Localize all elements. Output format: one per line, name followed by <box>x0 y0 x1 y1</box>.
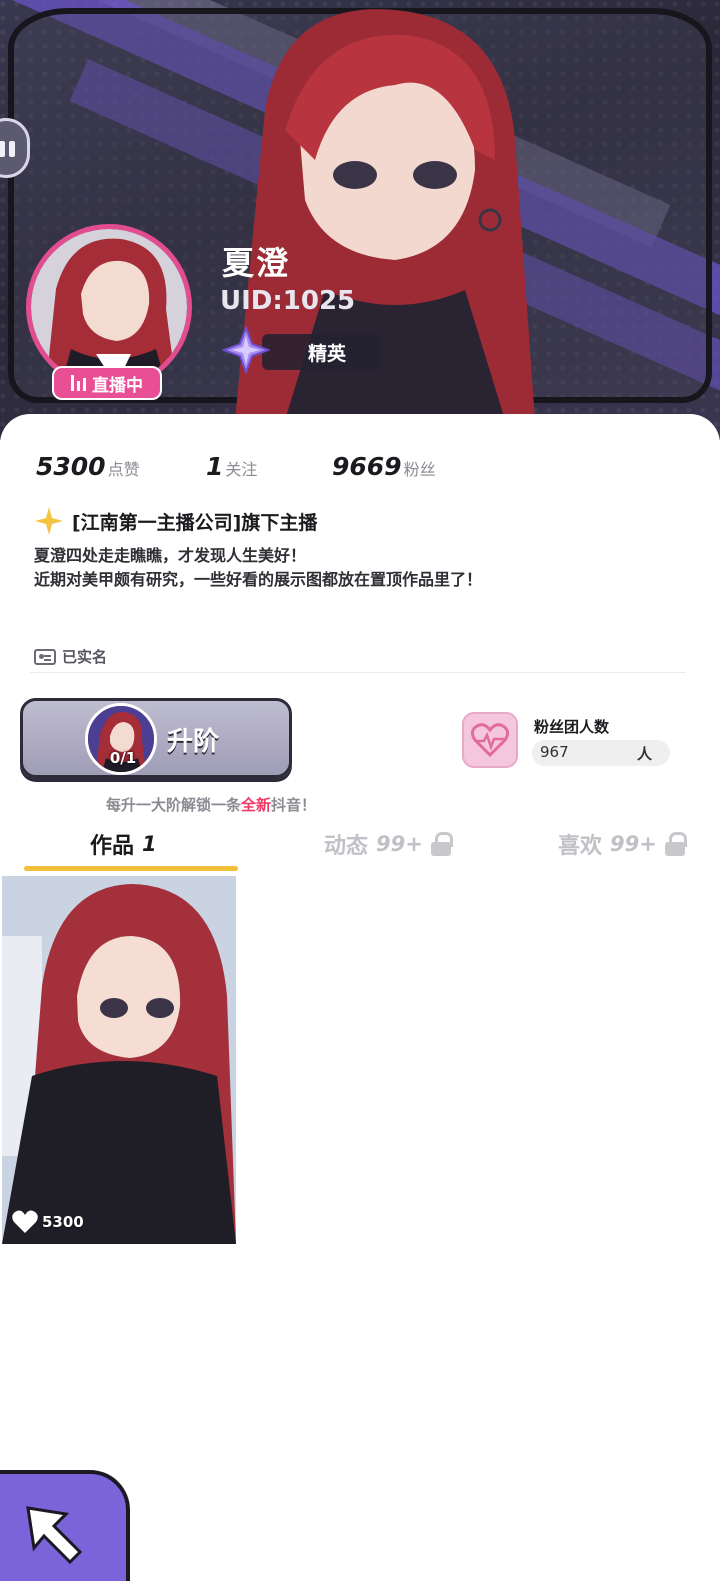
fans-label: 粉丝 <box>403 460 436 479</box>
stats-row: 5300 点赞 1 关注 9669 粉丝 <box>36 452 676 484</box>
tab-count: 1 <box>142 832 157 856</box>
profile-header: 直播中 夏澄 UID:1025 精英 <box>0 0 720 440</box>
lock-icon <box>430 832 453 856</box>
upgrade-progress: 0/1 <box>109 749 137 767</box>
stat-following[interactable]: 1 关注 <box>206 452 257 481</box>
tab-count: 99+ <box>376 832 423 856</box>
work-thumbnail[interactable]: 5300 <box>2 876 236 1244</box>
tab-label: 动态 <box>324 834 369 859</box>
fan-club-count: 967 <box>540 743 569 761</box>
profile-name: 夏澄 <box>222 244 291 282</box>
tip-highlight: 全新 <box>241 796 272 814</box>
heart-icon <box>12 1210 38 1233</box>
stat-likes[interactable]: 5300 点赞 <box>36 452 140 481</box>
divider <box>30 672 686 673</box>
following-count: 1 <box>206 452 224 481</box>
upgrade-button[interactable]: 0/1 升阶 <box>20 698 292 778</box>
diamond-icon <box>222 326 270 374</box>
avatar-image <box>31 229 187 385</box>
profile-card: 5300 点赞 1 关注 9669 粉丝 [江南第一主播公司]旗下主播 夏澄四处… <box>0 414 720 1581</box>
rank-badge[interactable]: 精英 <box>262 334 380 370</box>
tab-works[interactable]: 作品 1 <box>90 828 157 860</box>
live-badge[interactable]: 直播中 <box>52 366 162 400</box>
tab-likes[interactable]: 喜欢 99+ <box>558 828 687 860</box>
live-bars-icon <box>71 375 86 391</box>
profile-uid: UID:1025 <box>220 286 356 316</box>
likes-count: 5300 <box>36 452 106 481</box>
bio-line: 夏澄四处走走瞧瞧，才发现人生美好！ <box>34 546 307 565</box>
tab-label: 喜欢 <box>558 834 603 859</box>
tab-moments[interactable]: 动态 99+ <box>324 828 453 860</box>
work-image <box>2 876 236 1244</box>
upgrade-label: 升阶 <box>167 727 220 757</box>
verified-badge: 已实名 <box>34 646 107 667</box>
tip-text: 抖音！ <box>271 796 317 814</box>
bio-title: [江南第一主播公司]旗下主播 <box>34 506 317 536</box>
active-tab-indicator <box>24 866 238 871</box>
likes-label: 点赞 <box>107 460 140 479</box>
heartbeat-icon <box>462 712 518 768</box>
tab-count: 99+ <box>610 832 657 856</box>
work-likes: 5300 <box>12 1210 84 1234</box>
live-badge-label: 直播中 <box>92 375 143 396</box>
fan-club-count-pill: 967 人 <box>532 740 670 766</box>
tip-text: 每升一大阶解锁一条 <box>106 796 242 814</box>
lock-icon <box>664 832 687 856</box>
floating-action-button[interactable] <box>0 1470 130 1581</box>
rank-label: 精英 <box>307 342 346 365</box>
bio-line: 近期对美甲颇有研究，一些好看的展示图都放在置顶作品里了！ <box>34 570 483 589</box>
fans-count: 9669 <box>332 452 402 481</box>
arrow-up-left-icon <box>26 1506 83 1565</box>
sparkle-icon <box>35 507 63 535</box>
following-label: 关注 <box>225 460 258 479</box>
id-card-icon <box>34 648 56 665</box>
fan-club-unit: 人 <box>636 745 652 763</box>
fan-club-title: 粉丝团人数 <box>534 718 610 736</box>
verified-label: 已实名 <box>62 648 108 666</box>
bio-title-text: [江南第一主播公司]旗下主播 <box>72 511 318 534</box>
tab-label: 作品 <box>90 834 135 859</box>
upgrade-tip: 每升一大阶解锁一条全新抖音！ <box>106 794 316 815</box>
stat-fans[interactable]: 9669 粉丝 <box>332 452 436 481</box>
work-likes-count: 5300 <box>42 1213 84 1231</box>
